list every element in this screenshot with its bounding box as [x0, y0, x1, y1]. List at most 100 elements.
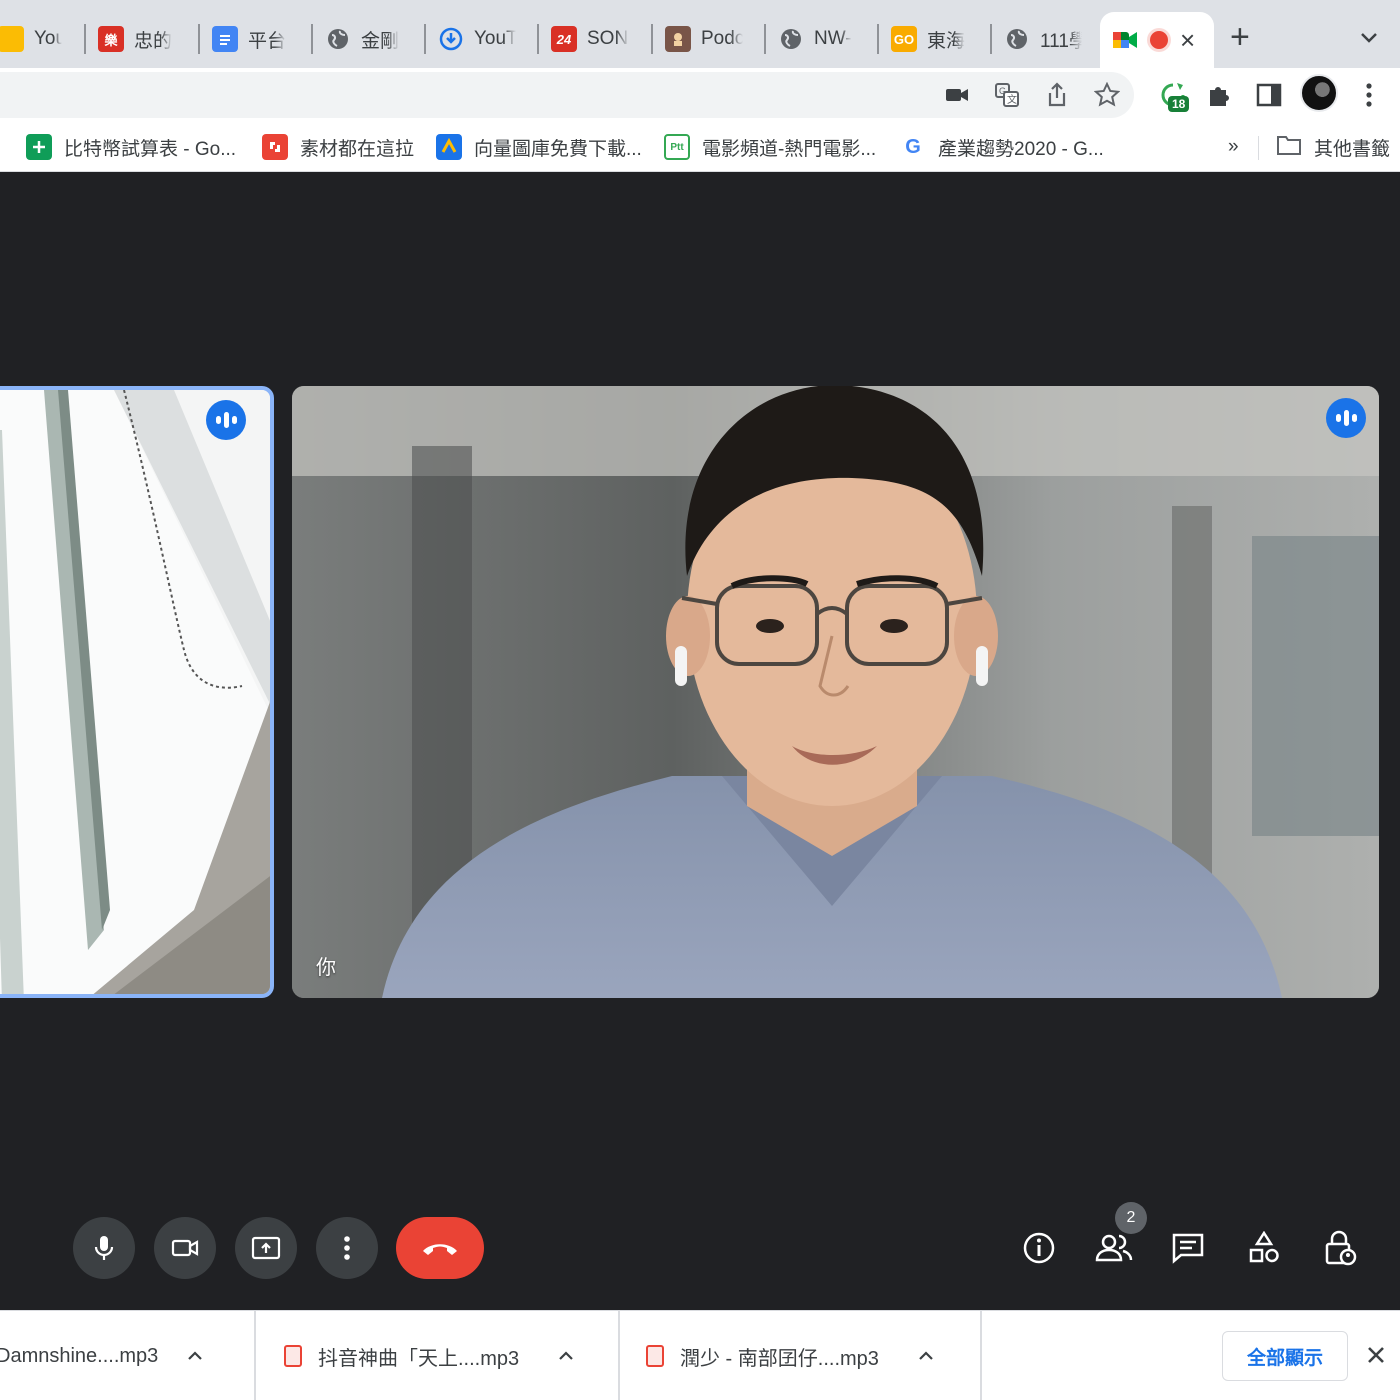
- meet-icon: [1112, 27, 1138, 53]
- download-item[interactable]: 抖音神曲「天上....mp3: [284, 1311, 620, 1400]
- download-filename: Damnshine....mp3: [0, 1344, 159, 1367]
- bookmark-label: 素材都在這拉: [300, 138, 415, 160]
- browser-tab[interactable]: 24 SONY: [539, 14, 649, 64]
- download-shelf: Damnshine....mp3 抖音神曲「天上....mp3 潤少 - 南部囝…: [0, 1310, 1400, 1400]
- extensions-puzzle-icon[interactable]: [1202, 78, 1236, 112]
- info-icon: [1023, 1232, 1055, 1264]
- chat-icon: [1172, 1233, 1204, 1264]
- audio-file-icon: [646, 1345, 664, 1367]
- bookmark-item[interactable]: 向量圖庫免費下載...: [436, 130, 642, 164]
- close-shelf-icon[interactable]: [1362, 1341, 1390, 1369]
- folder-icon: [1276, 134, 1302, 161]
- download-item[interactable]: 潤少 - 南部囝仔....mp3: [646, 1311, 982, 1400]
- browser-tab[interactable]: Podc: [653, 14, 763, 64]
- recording-icon: [1150, 31, 1168, 49]
- self-video-feed: [292, 386, 1379, 998]
- people-icon: [1095, 1234, 1133, 1262]
- globe-icon: [325, 26, 351, 52]
- participant-video-window: [0, 390, 270, 994]
- chevron-up-icon[interactable]: [555, 1345, 577, 1367]
- host-controls-button[interactable]: [1316, 1224, 1364, 1272]
- browser-tab[interactable]: 金剛: [313, 14, 423, 64]
- meeting-stage: 你 2: [0, 172, 1400, 1310]
- meeting-details-button[interactable]: [1015, 1224, 1063, 1272]
- activities-button[interactable]: [1240, 1224, 1288, 1272]
- chat-button[interactable]: [1164, 1224, 1212, 1272]
- audio-file-icon: [284, 1345, 302, 1367]
- share-icon[interactable]: [1040, 78, 1074, 112]
- show-all-downloads-button[interactable]: 全部顯示: [1222, 1331, 1348, 1381]
- bookmark-label: 比特幣試算表 - Go...: [64, 138, 237, 160]
- bookmark-star-icon[interactable]: [1090, 78, 1124, 112]
- bookmark-label: 向量圖庫免費下載...: [474, 138, 642, 160]
- side-panel-icon[interactable]: [1252, 78, 1286, 112]
- download-filename: 潤少 - 南部囝仔....mp3: [680, 1347, 879, 1370]
- news-icon: 24: [551, 26, 577, 52]
- tab-search-chevron-icon[interactable]: [1356, 24, 1382, 50]
- browser-menu-icon[interactable]: [1352, 78, 1386, 112]
- speaking-indicator-icon: [206, 400, 246, 440]
- more-vert-icon: [344, 1236, 350, 1260]
- globe-icon: [778, 26, 804, 52]
- svg-text:G: G: [999, 86, 1006, 96]
- close-tab-icon[interactable]: ×: [1180, 27, 1195, 53]
- tab-title: YouTu: [474, 28, 516, 49]
- tab-title: Podc: [701, 28, 743, 49]
- camera-button[interactable]: [154, 1217, 216, 1279]
- site-icon: 樂: [98, 26, 124, 52]
- tab-title: 111學: [1040, 30, 1082, 52]
- drive-icon: [0, 26, 24, 52]
- participant-tile-self[interactable]: 你: [292, 386, 1379, 998]
- other-bookmarks-folder[interactable]: 其他書籤: [1276, 130, 1390, 164]
- bookmark-label: 產業趨勢2020 - G...: [938, 138, 1104, 160]
- hang-up-icon: [423, 1244, 457, 1255]
- browser-tab[interactable]: GO 東海: [879, 14, 989, 64]
- camera-in-use-icon[interactable]: [940, 78, 974, 112]
- svg-text:文: 文: [1007, 93, 1017, 106]
- microphone-button[interactable]: [73, 1217, 135, 1279]
- browser-tab[interactable]: NW-: [766, 14, 876, 64]
- bookmark-item[interactable]: G 產業趨勢2020 - G...: [900, 130, 1104, 164]
- bookmark-item[interactable]: 比特幣試算表 - Go...: [26, 130, 236, 164]
- browser-tab[interactable]: 平台: [200, 14, 310, 64]
- bookmark-item[interactable]: Ptt 電影頻道-熱門電影...: [664, 130, 876, 164]
- more-options-button[interactable]: [316, 1217, 378, 1279]
- browser-tab[interactable]: Your: [0, 14, 72, 64]
- profile-avatar[interactable]: [1300, 74, 1338, 112]
- site-icon: [262, 134, 288, 160]
- bookmarks-divider: [1258, 136, 1259, 160]
- sheets-icon: [26, 134, 52, 160]
- download-item[interactable]: Damnshine....mp3: [0, 1311, 256, 1400]
- leave-call-button[interactable]: [396, 1217, 484, 1279]
- download-filename: 抖音神曲「天上....mp3: [318, 1347, 520, 1370]
- docs-icon: [212, 26, 238, 52]
- activities-shapes-icon: [1249, 1231, 1279, 1263]
- browser-toolbar: G文: [0, 68, 1400, 122]
- microphone-icon: [94, 1236, 114, 1260]
- bookmarks-bar: 比特幣試算表 - Go... 素材都在這拉 向量圖庫免費下載... Ptt 電影…: [0, 122, 1400, 172]
- tab-strip: Your 樂 忠的 平台 金剛 YouTu 24 SONY Podc: [0, 0, 1400, 68]
- vector-icon: [436, 134, 462, 160]
- active-tab-meet[interactable]: ×: [1100, 12, 1214, 68]
- translate-icon[interactable]: G文: [990, 78, 1024, 112]
- browser-tab[interactable]: 111學: [992, 14, 1100, 64]
- site-icon: GO: [891, 26, 917, 52]
- tab-title: NW-: [814, 28, 852, 49]
- tab-title: Your: [34, 28, 62, 49]
- bookmarks-overflow-button[interactable]: »: [1228, 130, 1239, 164]
- present-icon: [251, 1236, 281, 1260]
- chevron-up-icon[interactable]: [915, 1345, 937, 1367]
- globe-icon: [1004, 26, 1030, 52]
- present-screen-button[interactable]: [235, 1217, 297, 1279]
- download-icon: [438, 26, 464, 52]
- podcast-icon: [665, 26, 691, 52]
- browser-tab[interactable]: 樂 忠的: [86, 14, 196, 64]
- browser-tab[interactable]: YouTu: [426, 14, 536, 64]
- bookmark-item[interactable]: 素材都在這拉: [262, 130, 414, 164]
- ptt-icon: Ptt: [664, 134, 690, 160]
- participant-tile-other[interactable]: [0, 386, 274, 998]
- new-tab-button[interactable]: +: [1230, 20, 1250, 54]
- tab-title: 東海: [927, 30, 966, 52]
- chevron-up-icon[interactable]: [184, 1345, 206, 1367]
- self-tile-label: 你: [316, 957, 336, 979]
